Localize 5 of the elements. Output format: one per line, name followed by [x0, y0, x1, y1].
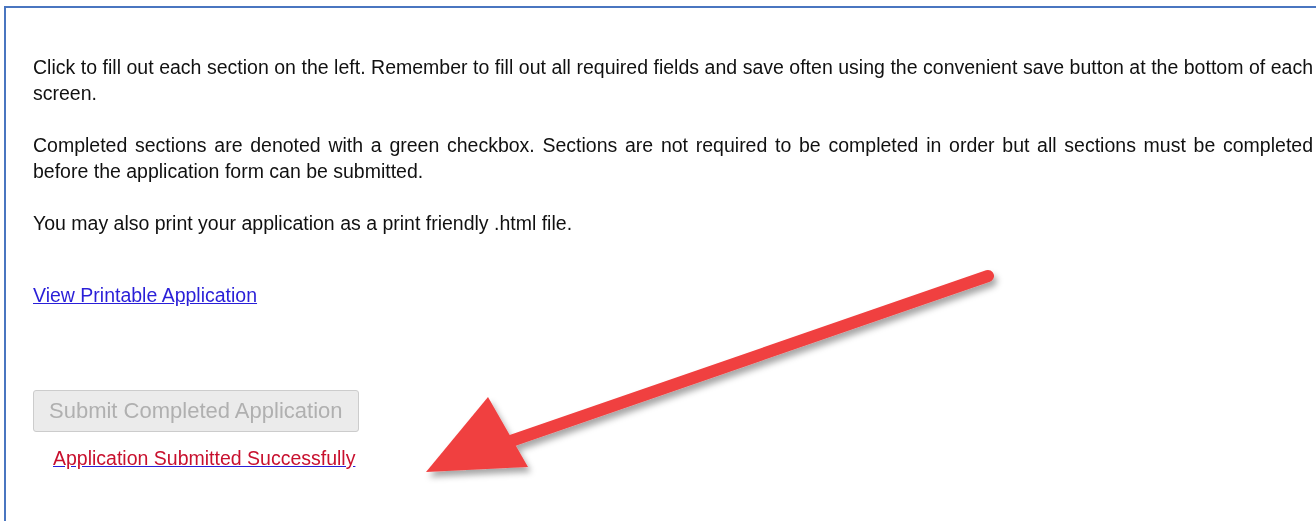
- instruction-text: Click to fill out each section on the left. Remember to fill out all required fields and save often using the convenient save button at the bottom of each screen.: [33, 55, 1313, 106]
- instruction-text: Completed sections are denoted with a green checkbox. Sections are not required to be completed in order but all sections must be completed before the application form can be submitted.: [33, 133, 1313, 184]
- printable-application-link[interactable]: View Printable Application: [33, 284, 258, 306]
- instruction-text: You may also print your application as a print friendly .html file.: [33, 211, 574, 236]
- status-link[interactable]: Application Submitted Successfully: [53, 447, 356, 469]
